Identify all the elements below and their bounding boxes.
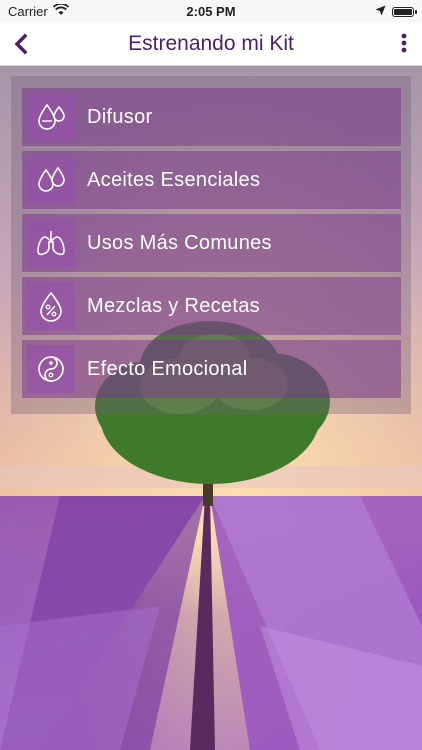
menu-item-aceites-esenciales[interactable]: Aceites Esenciales [22,151,401,209]
percent-drop-icon [40,291,62,322]
yin-yang-icon [38,356,64,382]
location-arrow-icon [375,4,386,19]
menu-item-efecto-emocional[interactable]: Efecto Emocional [22,340,401,398]
menu-item-icon-box [27,219,75,267]
menu-item-usos-mas-comunes[interactable]: Usos Más Comunes [22,214,401,272]
menu-item-difusor[interactable]: Difusor [22,88,401,146]
status-time: 2:05 PM [186,4,236,19]
page-title: Estrenando mi Kit [128,32,294,55]
menu-item-label: Usos Más Comunes [87,232,272,254]
oil-drops-icon [38,166,65,192]
status-right [375,4,417,19]
menu-item-label: Efecto Emocional [87,358,248,380]
menu-item-label: Aceites Esenciales [87,169,261,191]
navigation-bar: Estrenando mi Kit [0,22,422,66]
menu-item-label: Mezclas y Recetas [87,295,260,317]
menu-item-mezclas-y-recetas[interactable]: Mezclas y Recetas [22,277,401,335]
menu-item-label: Difusor [87,106,153,128]
more-vertical-icon[interactable] [396,30,412,58]
diffuser-drops-icon [38,103,65,130]
menu-item-icon-box [27,345,75,393]
menu-item-icon-box [27,156,75,204]
menu-item-icon-box [27,282,75,330]
battery-icon [392,6,417,17]
status-bar: Carrier 2:05 PM [0,0,422,22]
lungs-icon [37,231,65,256]
menu-item-icon-box [27,93,75,141]
